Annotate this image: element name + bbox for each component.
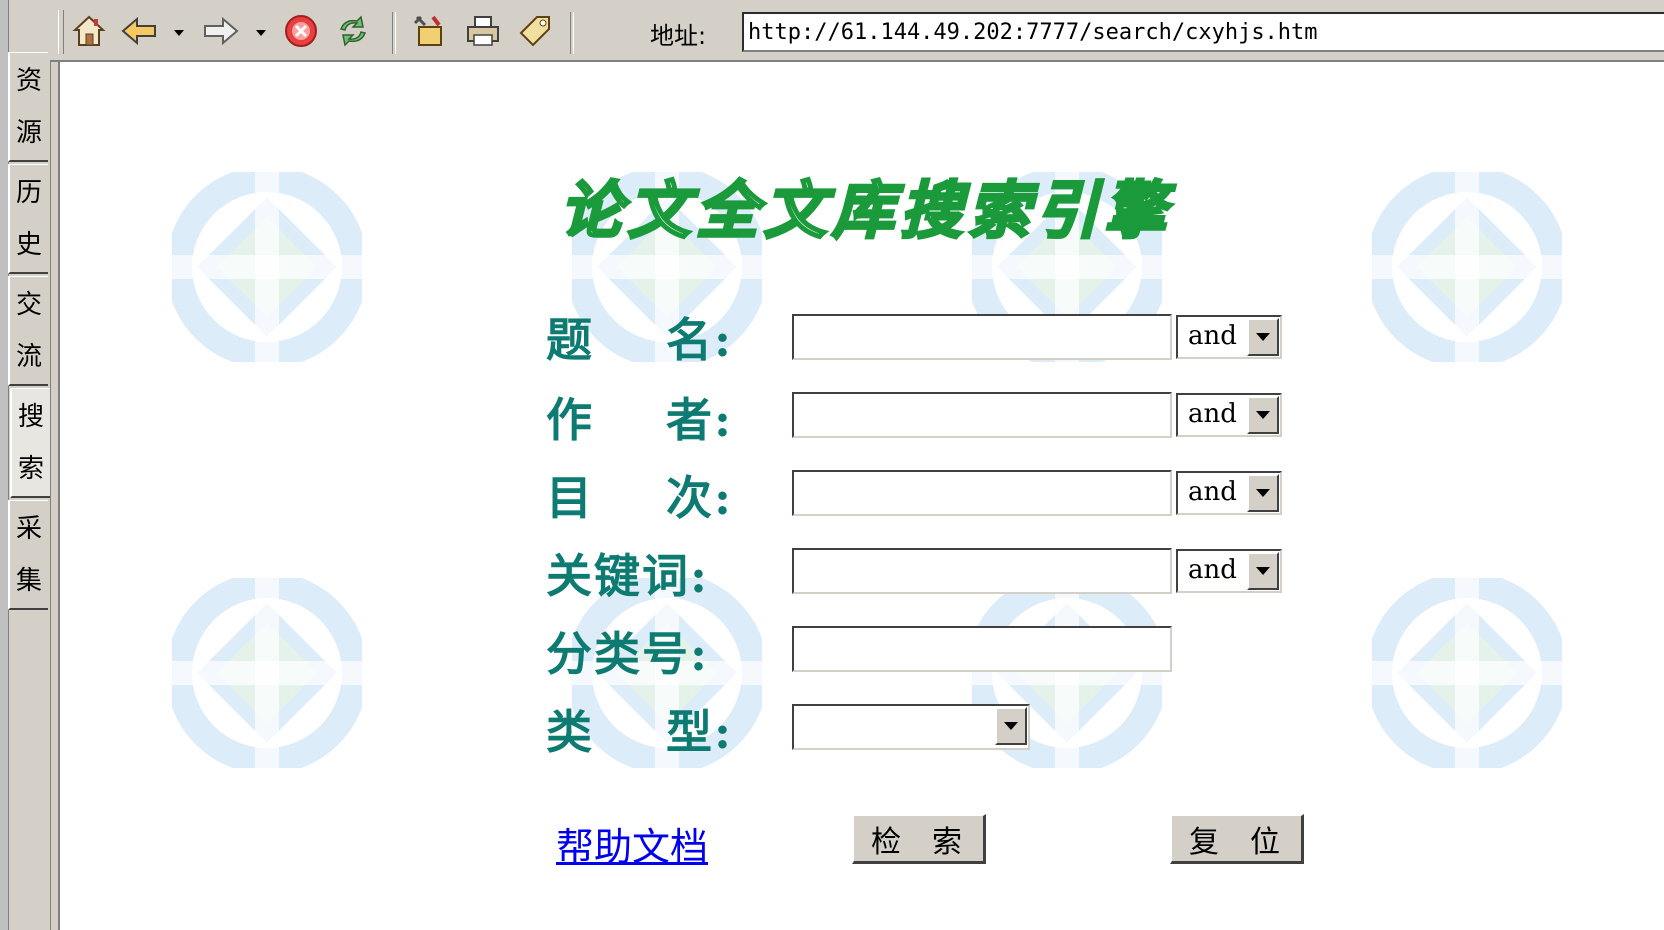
author-field-label: 作 者: — [546, 393, 734, 447]
chevron-down-icon[interactable] — [1247, 474, 1279, 512]
watermark-emblem-icon — [172, 172, 362, 362]
sidebar-tab-history[interactable]: 历 史 — [8, 164, 48, 274]
refresh-icon — [339, 15, 367, 47]
tools-icon — [413, 15, 442, 46]
keyword-operator-select[interactable]: and — [1176, 549, 1282, 593]
print-button[interactable] — [464, 12, 502, 50]
operator-value: and — [1188, 321, 1237, 351]
back-button[interactable] — [120, 12, 158, 50]
address-label: 地址: — [650, 22, 707, 50]
print-icon — [467, 16, 499, 46]
title-field-label: 题 名: — [546, 313, 734, 367]
sidebar-tab-label: 搜 — [17, 401, 44, 432]
chevron-down-icon[interactable] — [1247, 318, 1279, 356]
sidebar-tab-collect[interactable]: 采 集 — [8, 500, 48, 610]
sidebar-tab-exchange[interactable]: 交 流 — [8, 276, 48, 386]
page-content: 论文全文库搜索引擎 题 名: and 作 者: and 目 次: and 关键词… — [58, 62, 1664, 930]
back-icon — [121, 16, 156, 46]
tag-button[interactable] — [516, 12, 554, 50]
type-select[interactable] — [792, 704, 1030, 750]
toc-field-input[interactable] — [792, 470, 1172, 516]
stop-icon — [285, 15, 317, 47]
sidebar-tab-strip: 资 源 历 史 交 流 搜 索 采 集 — [0, 0, 51, 930]
sidebar-tab-label: 历 — [15, 177, 42, 208]
toolbar-grip[interactable] — [58, 10, 64, 54]
sidebar-tab-label: 采 — [15, 513, 42, 544]
search-button[interactable]: 检 索 — [852, 814, 986, 864]
classification-field-label: 分类号: — [546, 627, 709, 681]
operator-value: and — [1188, 477, 1237, 507]
forward-dropdown-icon[interactable] — [256, 30, 266, 36]
sidebar-tab-label: 史 — [15, 229, 42, 260]
toc-field-label: 目 次: — [546, 471, 734, 525]
home-button[interactable] — [70, 12, 108, 50]
sidebar-tab-search[interactable]: 搜 索 — [10, 388, 50, 498]
toolbar-separator — [392, 12, 396, 54]
stop-button[interactable] — [282, 12, 320, 50]
chevron-down-icon[interactable] — [1247, 552, 1279, 590]
forward-button[interactable] — [202, 12, 240, 50]
sidebar-tab-label: 资 — [15, 65, 42, 96]
tag-icon — [519, 16, 550, 47]
sidebar-tab-label: 索 — [17, 453, 44, 484]
classification-field-input[interactable] — [792, 626, 1172, 672]
title-operator-select[interactable]: and — [1176, 315, 1282, 359]
help-docs-link[interactable]: 帮助文档 — [556, 816, 708, 871]
sidebar-tab-label: 流 — [15, 341, 42, 372]
home-icon — [72, 15, 106, 46]
address-input[interactable]: http://61.144.49.202:7777/search/cxyhjs.… — [742, 12, 1664, 52]
toolbar-separator — [570, 12, 574, 54]
toc-operator-select[interactable]: and — [1176, 471, 1282, 515]
sidebar-tab-label: 源 — [15, 117, 42, 148]
type-field-label: 类 型: — [546, 705, 734, 759]
author-field-input[interactable] — [792, 392, 1172, 438]
refresh-button[interactable] — [334, 12, 372, 50]
chevron-down-icon[interactable] — [995, 707, 1027, 745]
chevron-down-icon[interactable] — [1247, 396, 1279, 434]
operator-value: and — [1188, 399, 1237, 429]
forward-icon — [204, 16, 239, 46]
keyword-field-input[interactable] — [792, 548, 1172, 594]
tools-button[interactable] — [410, 12, 448, 50]
watermark-emblem-icon — [1372, 578, 1562, 768]
watermark-emblem-icon — [172, 578, 362, 768]
sidebar-tab-label: 交 — [15, 289, 42, 320]
operator-value: and — [1188, 555, 1237, 585]
page-title: 论文全文库搜索引擎 — [558, 173, 1173, 249]
reset-button[interactable]: 复 位 — [1170, 814, 1304, 864]
sidebar-tab-resources[interactable]: 资 源 — [8, 52, 48, 162]
back-dropdown-icon[interactable] — [174, 30, 184, 36]
sidebar-tab-label: 集 — [15, 565, 42, 596]
keyword-field-label: 关键词: — [546, 549, 709, 603]
watermark-emblem-icon — [1372, 172, 1562, 362]
title-field-input[interactable] — [792, 314, 1172, 360]
browser-toolbar: 地址: http://61.144.49.202:7777/search/cxy… — [50, 0, 1664, 62]
author-operator-select[interactable]: and — [1176, 393, 1282, 437]
